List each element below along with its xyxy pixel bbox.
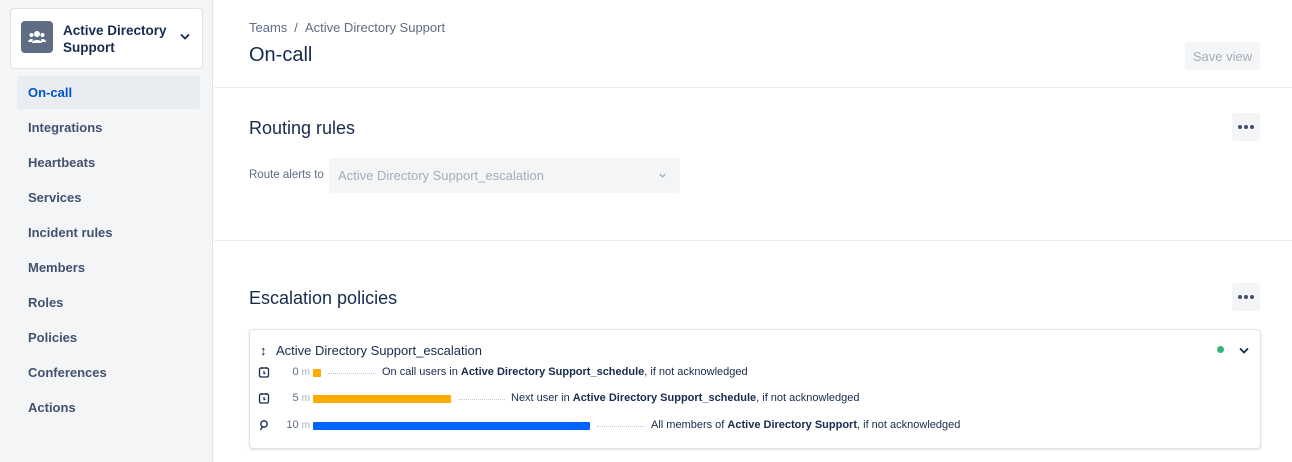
divider xyxy=(214,240,1292,241)
sidebar-item-incident-rules[interactable]: Incident rules xyxy=(17,216,200,249)
sidebar: Active Directory Support On-call Integra… xyxy=(0,0,213,462)
status-dot xyxy=(1217,346,1224,353)
sidebar-item-actions[interactable]: Actions xyxy=(17,391,200,424)
rule-delay: 5 xyxy=(292,392,299,404)
schedule-icon xyxy=(258,393,270,404)
sidebar-item-heartbeats[interactable]: Heartbeats xyxy=(17,146,200,179)
rule-target: Active Directory Support xyxy=(727,419,858,431)
chevron-down-icon[interactable] xyxy=(1238,345,1250,357)
rule-delay: 10 xyxy=(286,419,299,431)
route-select-value: Active Directory Support_escalation xyxy=(338,168,544,183)
rule-delay-unit: m xyxy=(301,420,310,431)
rule-delay-unit: m xyxy=(301,367,310,378)
team-name: Active Directory Support xyxy=(63,23,167,55)
more-icon xyxy=(1238,295,1242,299)
breadcrumb: Teams / Active Directory Support xyxy=(249,20,445,35)
sidebar-item-policies[interactable]: Policies xyxy=(17,321,200,354)
team-switcher[interactable]: Active Directory Support xyxy=(10,8,203,69)
rule-description: Next user in Active Directory Support_sc… xyxy=(511,392,860,404)
sidebar-item-members[interactable]: Members xyxy=(17,251,200,284)
escalation-rule: 5 m Next user in Active Directory Suppor… xyxy=(250,391,1260,407)
sidebar-item-on-call[interactable]: On-call xyxy=(17,76,200,109)
policy-name[interactable]: Active Directory Support_escalation xyxy=(276,343,482,358)
rule-target: Active Directory Support_schedule xyxy=(460,366,645,378)
team-icon xyxy=(259,420,268,431)
breadcrumb-team[interactable]: Active Directory Support xyxy=(305,20,445,35)
routing-rules-title: Routing rules xyxy=(249,118,356,138)
sidebar-nav: On-call Integrations Heartbeats Services… xyxy=(17,76,200,426)
rule-delay-bar xyxy=(313,422,590,430)
rule-delay-unit: m xyxy=(301,393,310,404)
chevron-down-icon xyxy=(180,34,190,40)
rule-delay-bar xyxy=(313,369,321,377)
escalation-rule: 10 m All members of Active Directory Sup… xyxy=(250,418,1260,434)
breadcrumb-teams[interactable]: Teams xyxy=(249,20,287,35)
rule-delay: 0 xyxy=(292,366,299,378)
team-icon xyxy=(21,21,53,53)
escalation-policies-title: Escalation policies xyxy=(249,288,398,308)
rule-description: On call users in Active Directory Suppor… xyxy=(382,366,748,378)
sidebar-item-services[interactable]: Services xyxy=(17,181,200,214)
rule-delay-bar xyxy=(313,395,451,403)
sidebar-item-conferences[interactable]: Conferences xyxy=(17,356,200,389)
main-content: Teams / Active Directory Support On-call… xyxy=(214,0,1292,462)
chevron-down-icon xyxy=(659,173,666,178)
rule-connector xyxy=(597,426,645,427)
escalation-policy-card: ↕ Active Directory Support_escalation 0 … xyxy=(249,329,1261,449)
sidebar-item-roles[interactable]: Roles xyxy=(17,286,200,319)
escalation-rule: 0 m On call users in Active Directory Su… xyxy=(250,365,1260,381)
schedule-icon xyxy=(258,367,270,378)
rule-connector xyxy=(328,373,376,374)
divider xyxy=(214,87,1292,88)
save-view-button[interactable]: Save view xyxy=(1185,42,1260,70)
sidebar-item-integrations[interactable]: Integrations xyxy=(17,111,200,144)
escalation-more-button[interactable] xyxy=(1232,283,1260,311)
route-alerts-label: Route alerts to xyxy=(249,169,324,181)
more-icon xyxy=(1238,125,1242,129)
routing-more-button[interactable] xyxy=(1232,113,1260,141)
route-alerts-select[interactable]: Active Directory Support_escalation xyxy=(329,158,680,193)
rule-connector xyxy=(459,399,505,400)
rule-target: Active Directory Support_schedule xyxy=(572,392,757,404)
rule-description: All members of Active Directory Support,… xyxy=(651,419,961,431)
escalation-arrow-icon: ↕ xyxy=(260,343,267,358)
breadcrumb-separator: / xyxy=(294,20,298,35)
page-title: On-call xyxy=(249,44,313,66)
